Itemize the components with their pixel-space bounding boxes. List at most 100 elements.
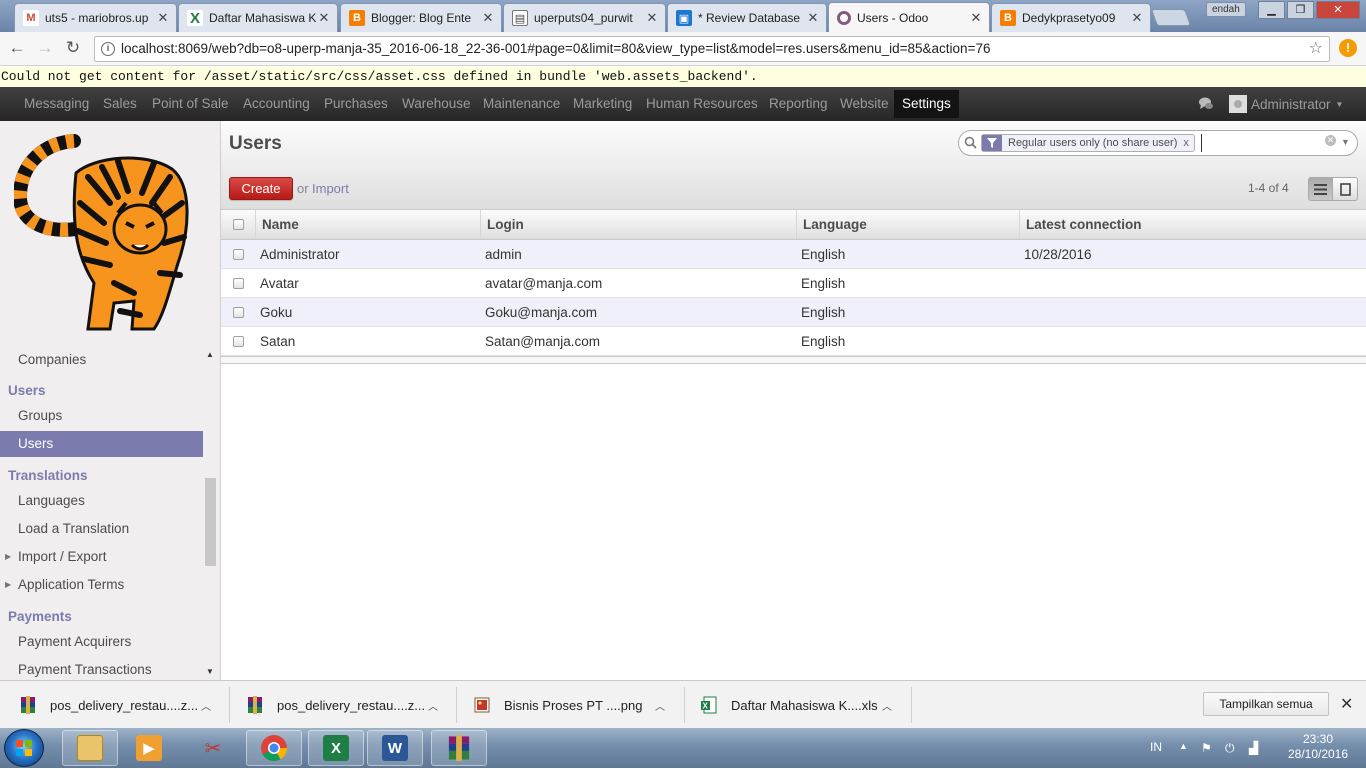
row-checkbox[interactable] xyxy=(232,277,244,289)
sidebar-item-import-export[interactable]: ▶ Import / Export xyxy=(0,544,203,570)
browser-profile-chip[interactable]: endah xyxy=(1206,2,1246,17)
select-all-checkbox[interactable] xyxy=(232,219,244,230)
input-language-indicator[interactable]: IN xyxy=(1150,740,1162,754)
menu-sales[interactable]: Sales xyxy=(103,87,137,121)
sidebar-item-load-translation[interactable]: Load a Translation xyxy=(0,516,203,542)
search-options-caret-icon[interactable]: ▼ xyxy=(1341,137,1350,147)
create-button[interactable]: Create xyxy=(229,177,293,200)
sidebar-item-users[interactable]: Users xyxy=(0,431,203,457)
tab-close-icon[interactable]: ✕ xyxy=(481,10,495,26)
row-checkbox-cell[interactable] xyxy=(221,269,255,297)
column-header-name[interactable]: Name xyxy=(255,210,480,239)
taskbar-winrar[interactable] xyxy=(431,730,487,766)
search-facet-filter[interactable]: Regular users only (no share user) x xyxy=(981,134,1195,152)
cell-name[interactable]: Administrator xyxy=(260,240,340,268)
pager-value[interactable]: 1-4 of 4 xyxy=(1248,181,1289,195)
start-button[interactable] xyxy=(4,729,44,767)
taskbar-word[interactable]: W xyxy=(367,730,423,766)
forward-arrow-icon[interactable]: → xyxy=(35,38,55,58)
menu-messaging[interactable]: Messaging xyxy=(24,87,89,121)
download-item[interactable]: X Daftar Mahasiswa K....xls ︿ xyxy=(701,681,906,729)
chevron-up-icon[interactable]: ︿ xyxy=(882,698,892,713)
bookmark-star-icon[interactable]: ☆ xyxy=(1309,37,1323,61)
window-maximize-button[interactable]: ❐ xyxy=(1287,1,1314,19)
window-close-button[interactable]: ✕ xyxy=(1316,1,1360,19)
tab-close-icon[interactable]: ✕ xyxy=(969,10,983,26)
menu-maintenance[interactable]: Maintenance xyxy=(483,87,560,121)
menu-marketing[interactable]: Marketing xyxy=(573,87,632,121)
cell-login[interactable]: Goku@manja.com xyxy=(485,298,597,326)
info-icon[interactable]: i xyxy=(101,42,115,56)
menu-purchases[interactable]: Purchases xyxy=(324,87,388,121)
column-header-language[interactable]: Language xyxy=(796,210,1019,239)
tab-close-icon[interactable]: ✕ xyxy=(645,10,659,26)
cell-name[interactable]: Avatar xyxy=(260,269,299,297)
action-center-flag-icon[interactable]: ⚑ xyxy=(1201,741,1215,755)
browser-tab-uperputs[interactable]: ▤ uperputs04_purwit ✕ xyxy=(503,3,666,32)
sidebar-item-companies[interactable]: Companies xyxy=(0,347,203,373)
browser-tab-daftar-mahasiswa[interactable]: X Daftar Mahasiswa K ✕ xyxy=(178,3,338,32)
power-plug-icon[interactable]: ⏻ xyxy=(1225,741,1239,755)
cell-name[interactable]: Goku xyxy=(260,298,292,326)
taskbar-file-explorer[interactable] xyxy=(62,730,118,766)
download-item[interactable]: pos_delivery_restau....z... ︿ xyxy=(247,681,452,729)
taskbar-excel[interactable]: X xyxy=(308,730,364,766)
cell-language[interactable]: English xyxy=(801,269,845,297)
menu-warehouse[interactable]: Warehouse xyxy=(402,87,471,121)
scroll-down-icon[interactable]: ▼ xyxy=(206,667,214,676)
tab-close-icon[interactable]: ✕ xyxy=(806,10,820,26)
taskbar-snipping-tool[interactable]: ✂ xyxy=(185,730,241,766)
download-item[interactable]: pos_delivery_restau....z... ︿ xyxy=(20,681,225,729)
menu-accounting[interactable]: Accounting xyxy=(243,87,310,121)
menu-reporting[interactable]: Reporting xyxy=(769,87,828,121)
list-view-button[interactable] xyxy=(1308,177,1333,201)
cell-login[interactable]: Satan@manja.com xyxy=(485,327,600,355)
cell-login[interactable]: avatar@manja.com xyxy=(485,269,602,297)
row-checkbox[interactable] xyxy=(232,335,244,347)
reload-icon[interactable]: ↻ xyxy=(63,38,83,58)
new-tab-button[interactable] xyxy=(1150,9,1192,26)
download-item[interactable]: Bisnis Proses PT ....png ︿ xyxy=(474,681,679,729)
table-row[interactable]: Avatar avatar@manja.com English xyxy=(221,269,1366,298)
menu-settings[interactable]: Settings xyxy=(894,90,959,118)
sidebar-scrollbar[interactable]: ▲ ▼ xyxy=(204,350,217,680)
column-header-login[interactable]: Login xyxy=(480,210,796,239)
cell-login[interactable]: admin xyxy=(485,240,522,268)
chevron-up-icon[interactable]: ︿ xyxy=(655,698,665,713)
table-row[interactable]: Satan Satan@manja.com English xyxy=(221,327,1366,356)
chevron-up-icon[interactable]: ︿ xyxy=(201,698,211,713)
cell-language[interactable]: English xyxy=(801,298,845,326)
form-view-button[interactable] xyxy=(1333,177,1358,201)
browser-tab-users-odoo[interactable]: Users - Odoo ✕ xyxy=(828,2,990,32)
sidebar-item-payment-acquirers[interactable]: Payment Acquirers xyxy=(0,629,203,655)
search-icon[interactable] xyxy=(964,136,977,149)
show-all-downloads-button[interactable]: Tampilkan semua xyxy=(1203,692,1329,716)
row-checkbox-cell[interactable] xyxy=(221,240,255,268)
menu-point-of-sale[interactable]: Point of Sale xyxy=(152,87,229,121)
tab-close-icon[interactable]: ✕ xyxy=(1130,10,1144,26)
row-checkbox-cell[interactable] xyxy=(221,327,255,355)
chat-bubbles-icon[interactable] xyxy=(1198,96,1214,112)
tab-close-icon[interactable]: ✕ xyxy=(156,10,170,26)
search-input[interactable] xyxy=(1201,134,1319,152)
back-arrow-icon[interactable]: ← xyxy=(7,38,27,58)
cell-latest-connection[interactable]: 10/28/2016 xyxy=(1024,240,1092,268)
address-bar[interactable]: i localhost:8069/web?db=o8-uperp-manja-3… xyxy=(94,36,1330,62)
extension-alert-icon[interactable]: ! xyxy=(1339,39,1357,57)
browser-tab-review-database[interactable]: ▣ * Review Database ✕ xyxy=(667,3,827,32)
taskbar-chrome[interactable] xyxy=(246,730,302,766)
window-minimize-button[interactable]: ▁ xyxy=(1258,1,1285,19)
row-checkbox[interactable] xyxy=(232,248,244,260)
browser-tab-gmail[interactable]: M uts5 - mariobros.up ✕ xyxy=(14,3,177,32)
menu-human-resources[interactable]: Human Resources xyxy=(646,87,758,121)
sidebar-item-application-terms[interactable]: ▶ Application Terms xyxy=(0,572,203,598)
user-menu[interactable]: Administrator ▼ xyxy=(1229,95,1343,113)
close-icon[interactable]: ✕ xyxy=(1340,694,1353,714)
clear-search-icon[interactable]: ✕ xyxy=(1325,135,1336,146)
browser-tab-blogger[interactable]: B Blogger: Blog Ente ✕ xyxy=(340,3,502,32)
sidebar-item-groups[interactable]: Groups xyxy=(0,403,203,429)
cell-language[interactable]: English xyxy=(801,240,845,268)
cell-language[interactable]: English xyxy=(801,327,845,355)
cell-name[interactable]: Satan xyxy=(260,327,295,355)
sidebar-item-languages[interactable]: Languages xyxy=(0,488,203,514)
